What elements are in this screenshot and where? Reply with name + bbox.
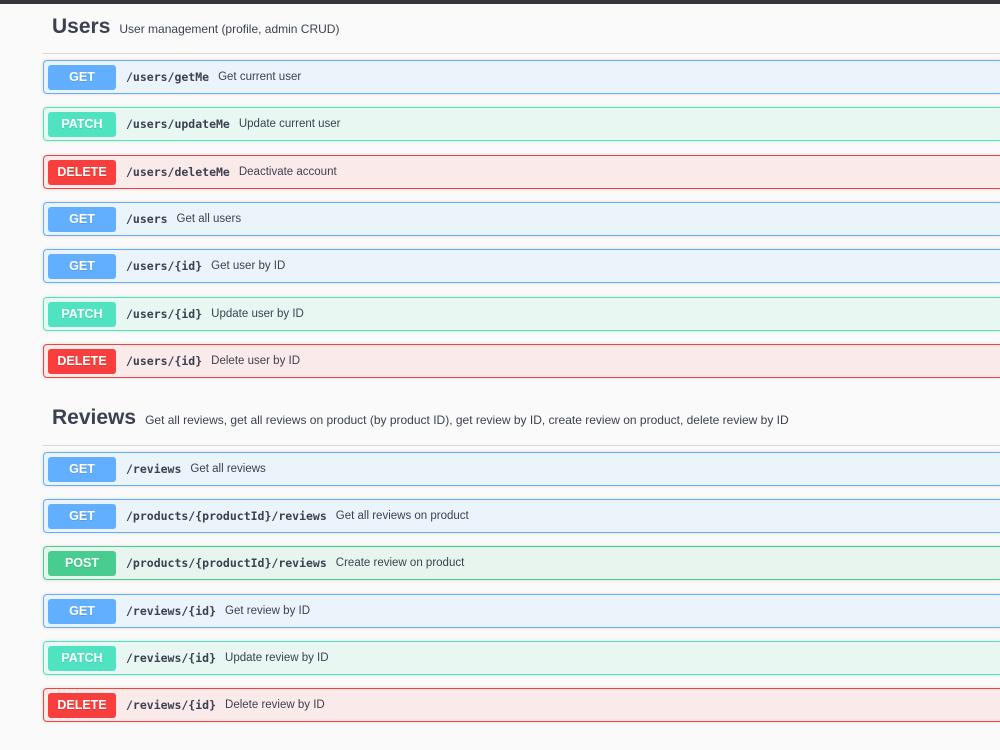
operation-path: /products/{productId}/reviews [126, 556, 327, 570]
operation-summary: Update current user [238, 118, 341, 130]
method-badge: PATCH [48, 111, 116, 137]
operation-summary: Delete review by ID [225, 699, 325, 711]
operation-path: /users/updateMe [126, 117, 230, 131]
operation-get-reviews-id[interactable]: GET /reviews/{id} Get review by ID [43, 594, 1000, 628]
operation-path: /users/{id} [126, 259, 203, 273]
operation-path: /users/{id} [126, 307, 203, 321]
operation-patch-users-updateme[interactable]: PATCH /users/updateMe Update current use… [43, 107, 1000, 141]
operation-get-product-reviews[interactable]: GET /products/{productId}/reviews Get al… [43, 499, 1000, 533]
tag-section-users-header[interactable]: Users User management (profile, admin CR… [52, 15, 339, 39]
method-badge: GET [48, 456, 116, 482]
operation-get-users[interactable]: GET /users Get all users [43, 202, 1000, 236]
method-badge: GET [48, 598, 116, 624]
method-badge: GET [48, 253, 116, 279]
operation-summary: Create review on product [335, 557, 465, 569]
method-badge: DELETE [48, 692, 116, 718]
operation-path: /users/deleteMe [126, 165, 230, 179]
method-badge: GET [48, 503, 116, 529]
method-badge: POST [48, 550, 116, 576]
operation-summary: Update review by ID [225, 652, 329, 664]
method-badge: DELETE [48, 159, 116, 185]
method-badge: DELETE [48, 348, 116, 374]
operation-summary: Get review by ID [225, 605, 311, 617]
method-badge: GET [48, 206, 116, 232]
operation-path: /users/getMe [126, 70, 210, 84]
operation-path: /reviews/{id} [126, 651, 217, 665]
operation-patch-users-id[interactable]: PATCH /users/{id} Update user by ID [43, 297, 1000, 331]
operation-summary: Get current user [218, 71, 302, 83]
operation-get-users-getme[interactable]: GET /users/getMe Get current user [43, 60, 1000, 94]
operation-path: /products/{productId}/reviews [126, 509, 327, 523]
operation-summary: Get all users [176, 213, 242, 225]
operation-delete-reviews-id[interactable]: DELETE /reviews/{id} Delete review by ID [43, 688, 1000, 722]
tag-section-reviews-header[interactable]: Reviews Get all reviews, get all reviews… [52, 406, 789, 430]
method-badge: PATCH [48, 645, 116, 671]
operation-patch-reviews-id[interactable]: PATCH /reviews/{id} Update review by ID [43, 641, 1000, 675]
method-badge: GET [48, 64, 116, 90]
operation-summary: Get user by ID [211, 260, 286, 272]
tag-divider [43, 445, 1000, 446]
operation-summary: Delete user by ID [211, 355, 301, 367]
method-badge: PATCH [48, 301, 116, 327]
operation-get-reviews[interactable]: GET /reviews Get all reviews [43, 452, 1000, 486]
operation-path: /users [126, 212, 168, 226]
operation-path: /reviews [126, 462, 182, 476]
operation-summary: Deactivate account [238, 166, 337, 178]
tag-description: User management (profile, admin CRUD) [119, 22, 340, 36]
operation-summary: Get all reviews [190, 463, 266, 475]
operation-summary: Update user by ID [211, 308, 304, 320]
operation-get-users-id[interactable]: GET /users/{id} Get user by ID [43, 249, 1000, 283]
tag-description: Get all reviews, get all reviews on prod… [145, 413, 789, 427]
operation-path: /users/{id} [126, 354, 203, 368]
operation-delete-users-deleteme[interactable]: DELETE /users/deleteMe Deactivate accoun… [43, 155, 1000, 189]
tag-title: Reviews [52, 406, 137, 429]
operation-delete-users-id[interactable]: DELETE /users/{id} Delete user by ID [43, 344, 1000, 378]
tag-divider [43, 53, 1000, 54]
operation-post-product-reviews[interactable]: POST /products/{productId}/reviews Creat… [43, 546, 1000, 580]
browser-bookmarks-bar [0, 0, 1000, 4]
operation-path: /reviews/{id} [126, 604, 217, 618]
operation-summary: Get all reviews on product [335, 510, 469, 522]
tag-title: Users [52, 15, 111, 38]
operation-path: /reviews/{id} [126, 698, 217, 712]
